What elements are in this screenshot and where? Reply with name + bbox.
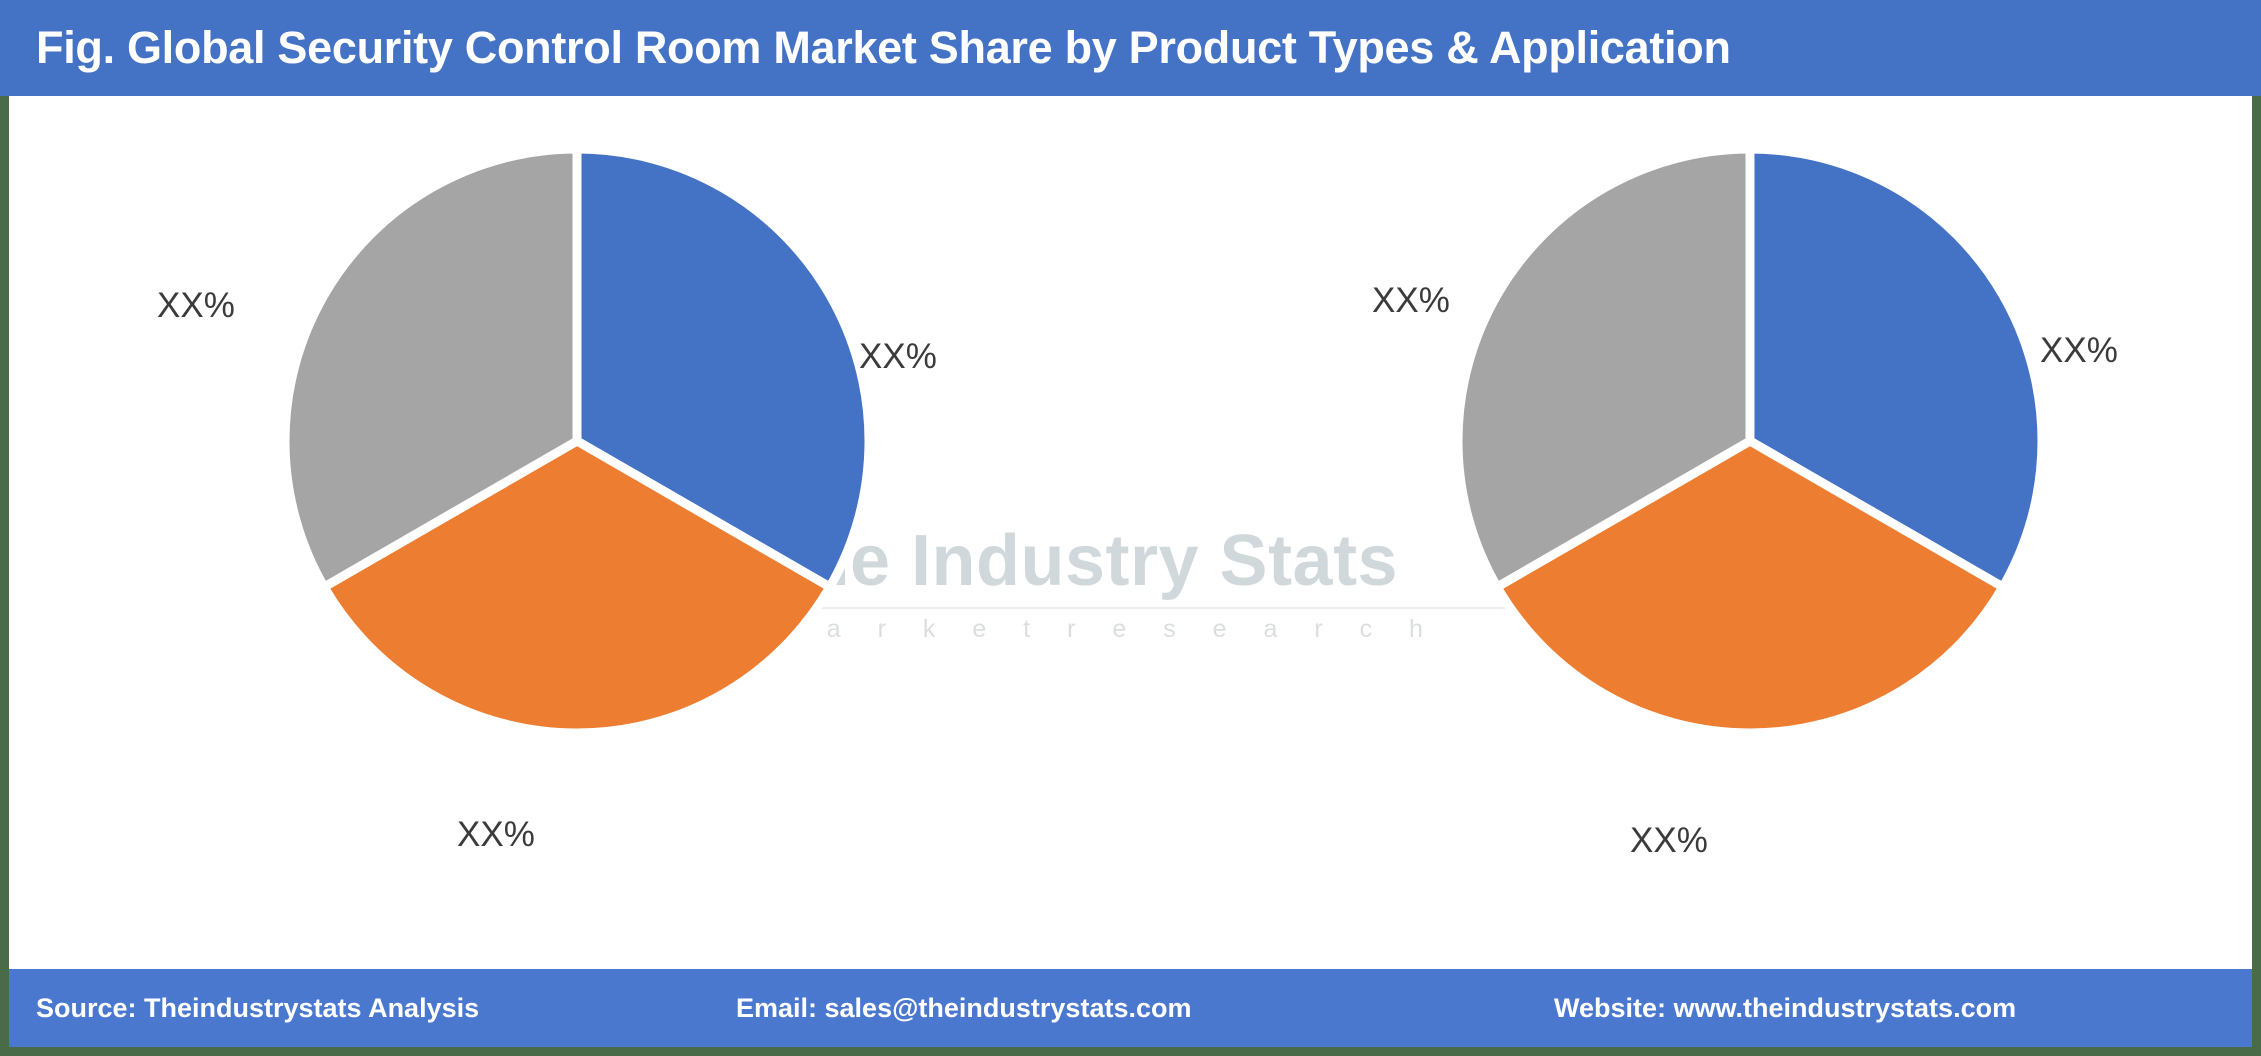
- figure-root: Fig. Global Security Control Room Market…: [0, 0, 2261, 1056]
- footer-email-text[interactable]: Email: sales@theindustrystats.com: [736, 993, 1191, 1024]
- footer-website-text[interactable]: Website: www.theindustrystats.com: [1554, 993, 2016, 1024]
- pie-chart-product-types: XX% XX% XX%: [157, 131, 937, 854]
- page-title: Fig. Global Security Control Room Market…: [36, 22, 1731, 73]
- pie-label-industrial-safety: XX%: [1372, 281, 1450, 320]
- pie-label-led: XX%: [457, 815, 535, 854]
- pie-label-rpc: XX%: [157, 286, 235, 325]
- figure-footer-bar: Source: Theindustrystats Analysis Email:…: [9, 969, 2252, 1047]
- figure-header-bar: Fig. Global Security Control Room Market…: [0, 0, 2261, 96]
- pie-label-public-safety: XX%: [2040, 331, 2118, 370]
- pie-chart-application: XX% XX% XX%: [1372, 131, 2118, 860]
- footer-source-text: Source: Theindustrystats Analysis: [36, 992, 480, 1023]
- pie-label-corporate-safety: XX%: [1630, 821, 1708, 860]
- pie-label-lcd: XX%: [859, 337, 937, 376]
- chart-area: The Industry Stats m a r k e t r e s e a…: [9, 96, 2252, 973]
